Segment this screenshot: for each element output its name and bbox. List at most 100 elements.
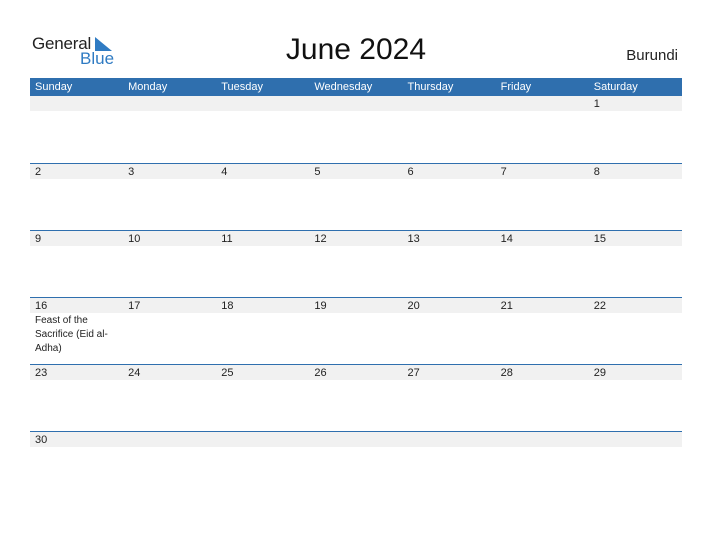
day-cell-30[interactable]: 30 xyxy=(30,432,124,498)
week-row: 23 24 25 26 27 28 29 xyxy=(30,364,682,431)
day-cell-3[interactable]: 3 xyxy=(123,164,217,230)
country-label: Burundi xyxy=(626,47,678,64)
week-row: 9 10 11 12 13 14 15 xyxy=(30,230,682,297)
day-band xyxy=(588,96,682,111)
day-cell-2[interactable]: 2 xyxy=(30,164,124,230)
day-cell-29[interactable]: 29 xyxy=(588,365,682,431)
day-number: 23 xyxy=(35,367,48,379)
day-cell-21[interactable]: 21 xyxy=(495,298,589,364)
day-number: 25 xyxy=(221,367,234,379)
day-cell-12[interactable]: 12 xyxy=(309,231,403,297)
day-cell-27[interactable]: 27 xyxy=(402,365,496,431)
day-number: 27 xyxy=(407,367,420,379)
day-number: 5 xyxy=(314,166,321,178)
week-row: 16 Feast of the Sacrifice (Eid al-Adha) 17… xyxy=(30,297,682,364)
day-cell-6[interactable]: 6 xyxy=(402,164,496,230)
day-number: 30 xyxy=(35,434,48,446)
day-number: 1 xyxy=(593,98,600,110)
day-cell-14[interactable]: 14 xyxy=(495,231,589,297)
day-band xyxy=(588,432,682,447)
day-cell-26[interactable]: 26 xyxy=(309,365,403,431)
calendar-grid: Sunday Monday Tuesday Wednesday Thursday Frid… xyxy=(30,78,682,498)
day-number: 28 xyxy=(500,367,513,379)
day-number: 3 xyxy=(128,166,135,178)
day-band xyxy=(402,96,496,111)
empty-cell xyxy=(123,432,217,498)
day-number: 11 xyxy=(221,233,233,245)
day-number: 15 xyxy=(593,233,606,245)
day-band xyxy=(309,432,403,447)
weekday-thursday: Thursday xyxy=(407,81,454,93)
day-band xyxy=(402,164,496,179)
day-band xyxy=(309,96,403,111)
day-cell-10[interactable]: 10 xyxy=(123,231,217,297)
day-cell-1[interactable]: 1 xyxy=(588,96,682,163)
day-band xyxy=(216,164,310,179)
weekday-wednesday: Wednesday xyxy=(314,81,373,93)
empty-cell xyxy=(216,96,310,163)
empty-cell xyxy=(402,432,496,498)
day-number: 17 xyxy=(128,300,141,312)
weekday-friday: Friday xyxy=(500,81,532,93)
day-band xyxy=(588,164,682,179)
page-title: June 2024 xyxy=(285,33,427,66)
day-cell-18[interactable]: 18 xyxy=(216,298,310,364)
empty-cell xyxy=(309,432,403,498)
day-cell-28[interactable]: 28 xyxy=(495,365,589,431)
day-number: 9 xyxy=(35,233,42,245)
day-number: 16 xyxy=(35,300,48,312)
weekday-saturday: Saturday xyxy=(593,81,638,93)
day-band xyxy=(123,164,217,179)
day-band xyxy=(123,96,217,111)
day-cell-7[interactable]: 7 xyxy=(495,164,589,230)
day-cell-17[interactable]: 17 xyxy=(123,298,217,364)
day-band xyxy=(309,164,403,179)
weekday-header: Sunday Monday Tuesday Wednesday Thursday Frid… xyxy=(30,78,682,96)
holiday-label: Feast of the Sacrifice (Eid al-Adha) xyxy=(35,315,108,354)
day-number: 26 xyxy=(314,367,327,379)
empty-cell xyxy=(402,96,496,163)
weekday-tuesday: Tuesday xyxy=(221,81,264,93)
empty-cell xyxy=(495,432,589,498)
day-number: 19 xyxy=(314,300,327,312)
week-row: 2 3 4 5 6 7 8 xyxy=(30,163,682,230)
day-band xyxy=(216,432,310,447)
day-band xyxy=(402,432,496,447)
empty-cell xyxy=(495,96,589,163)
day-cell-5[interactable]: 5 xyxy=(309,164,403,230)
day-band xyxy=(216,96,310,111)
day-band xyxy=(30,231,124,246)
empty-cell xyxy=(309,96,403,163)
day-number: 20 xyxy=(407,300,420,312)
empty-cell xyxy=(123,96,217,163)
week-row: 1 xyxy=(30,96,682,163)
day-number: 4 xyxy=(221,166,228,178)
week-row: 30 xyxy=(30,431,682,498)
day-cell-22[interactable]: 22 xyxy=(588,298,682,364)
day-number: 6 xyxy=(407,166,414,178)
day-cell-19[interactable]: 19 xyxy=(309,298,403,364)
empty-cell xyxy=(216,432,310,498)
day-cell-4[interactable]: 4 xyxy=(216,164,310,230)
day-number: 24 xyxy=(128,367,141,379)
day-cell-24[interactable]: 24 xyxy=(123,365,217,431)
day-band xyxy=(495,96,589,111)
day-band xyxy=(495,432,589,447)
day-number: 18 xyxy=(221,300,234,312)
day-cell-15[interactable]: 15 xyxy=(588,231,682,297)
day-cell-16[interactable]: 16 Feast of the Sacrifice (Eid al-Adha) xyxy=(30,298,124,364)
day-cell-11[interactable]: 11 xyxy=(216,231,310,297)
day-number: 7 xyxy=(500,166,507,178)
day-cell-13[interactable]: 13 xyxy=(402,231,496,297)
weekday-monday: Monday xyxy=(128,81,168,93)
day-number: 29 xyxy=(593,367,606,379)
day-band xyxy=(30,96,124,111)
day-cell-8[interactable]: 8 xyxy=(588,164,682,230)
day-number: 13 xyxy=(407,233,420,245)
day-cell-25[interactable]: 25 xyxy=(216,365,310,431)
day-cell-20[interactable]: 20 xyxy=(402,298,496,364)
day-cell-23[interactable]: 23 xyxy=(30,365,124,431)
day-cell-9[interactable]: 9 xyxy=(30,231,124,297)
day-number: 8 xyxy=(593,166,600,178)
day-number: 10 xyxy=(128,233,141,245)
